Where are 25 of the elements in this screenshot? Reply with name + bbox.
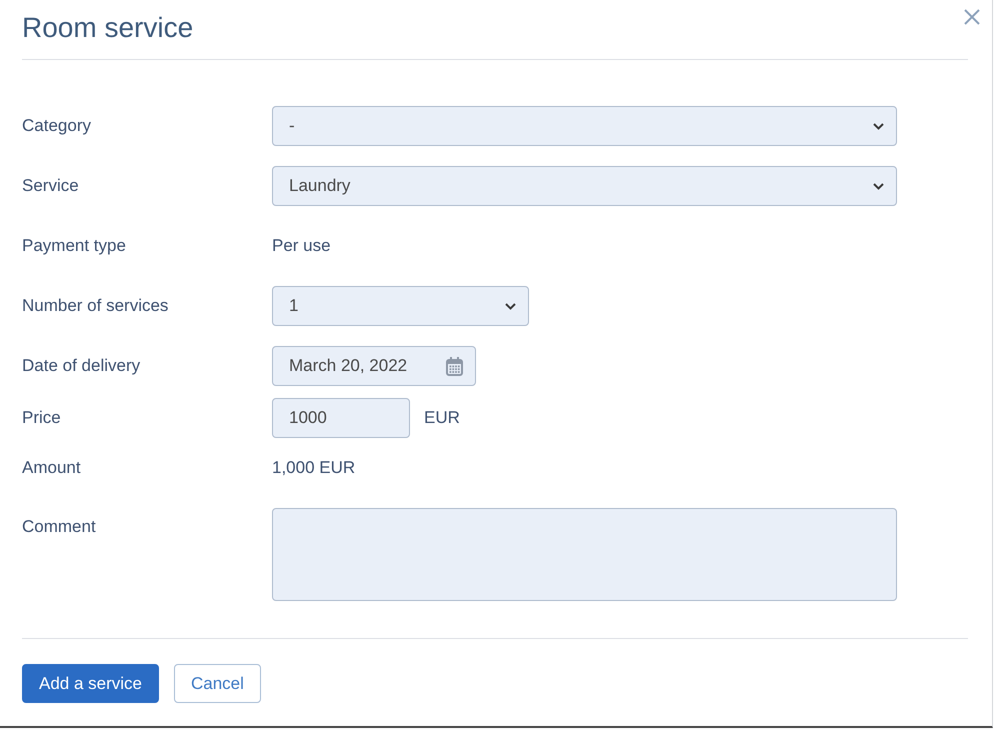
close-icon[interactable] <box>964 9 980 25</box>
dialog-title: Room service <box>22 10 194 44</box>
field-label: Service <box>22 176 80 196</box>
field-label: Category <box>22 116 92 136</box>
currency-label: EUR <box>424 408 460 428</box>
field-label: Date of delivery <box>22 356 142 376</box>
dropdown-field[interactable]: Laundry <box>272 166 897 206</box>
field-value: Per use <box>272 236 331 256</box>
chevron-down-icon <box>505 302 516 310</box>
field-label: Payment type <box>22 236 127 256</box>
dropdown-field[interactable]: 1 <box>272 286 529 326</box>
cancel-button[interactable]: Cancel <box>174 664 261 703</box>
chevron-down-icon <box>873 182 884 190</box>
date-field[interactable]: March 20, 2022 <box>272 346 476 386</box>
calendar-icon[interactable] <box>446 356 463 376</box>
field-label: Number of services <box>22 296 170 316</box>
chevron-down-icon <box>873 122 884 130</box>
field-value: 1,000 EUR <box>272 458 356 478</box>
field-label: Comment <box>22 517 97 537</box>
add-service-button[interactable]: Add a service <box>22 664 159 703</box>
field-label: Price <box>22 408 62 428</box>
comment-field[interactable] <box>272 508 897 601</box>
field-label: Amount <box>22 458 82 478</box>
dropdown-field[interactable]: - <box>272 106 897 146</box>
price-field[interactable]: 1000 <box>272 398 410 438</box>
